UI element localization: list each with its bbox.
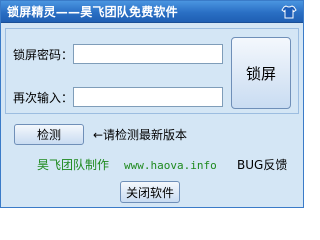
password-input[interactable]	[73, 44, 223, 64]
window-title: 锁屏精灵——昊飞团队免费软件	[7, 5, 178, 19]
confirm-password-input[interactable]	[73, 87, 223, 107]
shirt-icon[interactable]	[281, 4, 297, 20]
confirm-password-label: 再次输入：	[13, 91, 74, 105]
title-bar[interactable]: 锁屏精灵——昊飞团队免费软件	[1, 1, 303, 23]
check-update-button[interactable]: 检测	[14, 124, 84, 145]
bug-feedback-link[interactable]: BUG反馈	[237, 158, 287, 172]
close-app-button[interactable]: 关闭软件	[120, 181, 180, 203]
team-credit: 昊飞团队制作	[37, 158, 110, 172]
website-link[interactable]: www.haova.info	[124, 159, 217, 173]
password-label: 锁屏密码：	[13, 48, 74, 62]
check-update-hint: ←请检测最新版本	[93, 128, 188, 142]
lock-screen-button[interactable]: 锁屏	[231, 37, 291, 109]
app-window: 锁屏精灵——昊飞团队免费软件 锁屏密码： 再次输入： 锁屏 检测 ←请检测最新版…	[0, 0, 304, 208]
